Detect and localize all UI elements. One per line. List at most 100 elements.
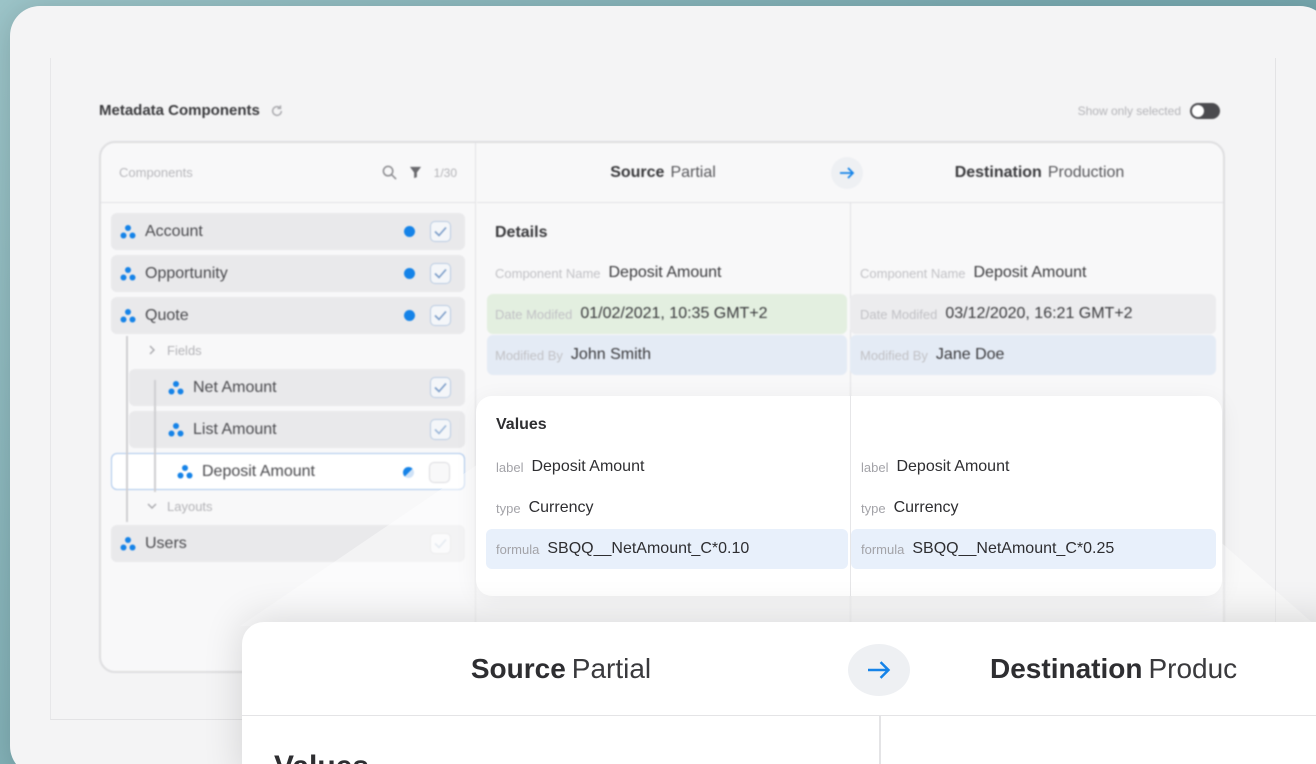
values-title: Values bbox=[496, 416, 547, 433]
component-icon bbox=[168, 422, 184, 436]
source-label: Source bbox=[610, 164, 665, 181]
zoomed-destination-header: Destination Produc bbox=[880, 622, 1316, 716]
field-value: Deposit Amount bbox=[973, 264, 1087, 281]
field-key: formula bbox=[496, 541, 540, 557]
destination-header: Destination Production bbox=[852, 143, 1223, 203]
field-key: Modified By bbox=[495, 347, 563, 363]
component-icon bbox=[177, 464, 193, 478]
tree-group-label: Fields bbox=[167, 342, 202, 358]
details-title: Details bbox=[495, 224, 548, 241]
check-icon bbox=[434, 538, 447, 549]
check-icon bbox=[434, 382, 447, 393]
source-component-name: Component Name Deposit Amount bbox=[475, 253, 847, 293]
destination-value: Production bbox=[1047, 164, 1125, 181]
list-amount-checkbox[interactable] bbox=[430, 419, 451, 440]
tree-group-layouts[interactable]: Layouts bbox=[147, 493, 465, 519]
show-only-selected-label: Show only selected bbox=[1077, 104, 1181, 118]
tree-item-label: Quote bbox=[145, 306, 189, 324]
components-column: Components 1/30 Account Opportunity Quot… bbox=[101, 143, 476, 671]
field-value: Deposit Amount bbox=[896, 458, 1010, 475]
components-count: 1/30 bbox=[433, 165, 457, 180]
component-icon bbox=[120, 308, 136, 322]
field-value: Deposit Amount bbox=[531, 458, 645, 475]
field-key: Component Name bbox=[860, 265, 966, 281]
components-tree: Account Opportunity Quote Fields Net Amo… bbox=[101, 203, 475, 562]
tree-item-list-amount[interactable]: List Amount bbox=[129, 411, 465, 448]
destination-date-modified: Date Modifed 03/12/2020, 16:21 GMT+2 bbox=[850, 294, 1216, 334]
changed-dot bbox=[404, 310, 415, 321]
destination-label: Destination bbox=[954, 164, 1042, 181]
tree-item-opportunity[interactable]: Opportunity bbox=[111, 255, 465, 292]
filter-icon[interactable] bbox=[409, 166, 422, 179]
tree-item-label: Users bbox=[145, 534, 187, 552]
components-search-input[interactable]: Components bbox=[119, 165, 382, 180]
source-type-row: type Currency bbox=[486, 488, 593, 528]
zoomed-compare-card: Source Partial Destination Produc Values bbox=[242, 622, 1316, 764]
field-key: Modified By bbox=[860, 347, 928, 363]
net-amount-checkbox[interactable] bbox=[430, 377, 451, 398]
account-checkbox[interactable] bbox=[430, 221, 451, 242]
tree-line bbox=[126, 336, 128, 522]
zoomed-column-divider bbox=[879, 716, 881, 764]
refresh-icon[interactable] bbox=[270, 104, 284, 118]
zoomed-compare-header: Source Partial Destination Produc bbox=[242, 622, 1316, 716]
compare-header: Source Partial Destination Production bbox=[477, 143, 1223, 203]
users-checkbox[interactable] bbox=[430, 533, 451, 554]
check-icon bbox=[434, 424, 447, 435]
chevron-down-icon bbox=[147, 503, 157, 509]
components-header: Components 1/30 bbox=[101, 143, 475, 203]
field-key: Component Name bbox=[495, 265, 601, 281]
destination-type-row: type Currency bbox=[851, 488, 958, 528]
tree-group-fields[interactable]: Fields bbox=[147, 337, 465, 363]
source-date-modified: Date Modifed 01/02/2021, 10:35 GMT+2 bbox=[487, 294, 847, 334]
check-icon bbox=[434, 226, 447, 237]
changed-dot bbox=[404, 268, 415, 279]
source-formula-row: formula SBQQ__NetAmount_C*0.10 bbox=[486, 529, 848, 569]
field-value: Deposit Amount bbox=[608, 264, 722, 281]
source-modified-by: Modified By John Smith bbox=[487, 335, 847, 375]
search-icon[interactable] bbox=[382, 165, 397, 180]
field-key: Date Modifed bbox=[860, 306, 938, 322]
tree-item-label: List Amount bbox=[193, 420, 277, 438]
check-icon bbox=[434, 310, 447, 321]
component-icon bbox=[168, 380, 184, 394]
field-key: Date Modifed bbox=[495, 306, 573, 322]
tree-item-net-amount[interactable]: Net Amount bbox=[129, 369, 465, 406]
source-value: Partial bbox=[670, 164, 716, 181]
values-card: Values label Deposit Amount type Currenc… bbox=[476, 396, 1222, 596]
tree-item-account[interactable]: Account bbox=[111, 213, 465, 250]
field-key: formula bbox=[861, 541, 905, 557]
zoomed-source-header: Source Partial bbox=[242, 622, 880, 716]
components-tools: 1/30 bbox=[382, 165, 457, 180]
field-value: Jane Doe bbox=[935, 346, 1005, 363]
tree-item-deposit-amount[interactable]: Deposit Amount bbox=[111, 453, 465, 490]
field-key: label bbox=[496, 459, 524, 475]
check-icon bbox=[434, 268, 447, 279]
field-key: type bbox=[496, 500, 521, 516]
changed-dot bbox=[404, 226, 415, 237]
tree-item-users[interactable]: Users bbox=[111, 525, 465, 562]
show-only-selected-toggle[interactable] bbox=[1190, 103, 1220, 119]
show-only-selected: Show only selected bbox=[1078, 103, 1220, 119]
title-row: Metadata Components bbox=[99, 102, 284, 119]
tree-item-label: Deposit Amount bbox=[202, 462, 315, 480]
field-key: label bbox=[861, 459, 889, 475]
component-icon bbox=[120, 224, 136, 238]
deposit-amount-checkbox[interactable] bbox=[429, 462, 450, 483]
component-icon bbox=[120, 266, 136, 280]
source-label-row: label Deposit Amount bbox=[486, 447, 644, 487]
field-key: type bbox=[861, 500, 886, 516]
opportunity-checkbox[interactable] bbox=[430, 263, 451, 284]
destination-formula-row: formula SBQQ__NetAmount_C*0.25 bbox=[851, 529, 1216, 569]
field-value: John Smith bbox=[570, 346, 651, 363]
field-value: Currency bbox=[528, 499, 594, 516]
partial-dot bbox=[403, 467, 414, 478]
chevron-right-icon bbox=[149, 345, 155, 355]
tree-item-label: Net Amount bbox=[193, 378, 277, 396]
tree-item-quote[interactable]: Quote bbox=[111, 297, 465, 334]
zoomed-source-value: Partial bbox=[571, 653, 652, 684]
quote-checkbox[interactable] bbox=[430, 305, 451, 326]
field-value: 01/02/2021, 10:35 GMT+2 bbox=[580, 305, 768, 322]
tree-item-label: Account bbox=[145, 222, 203, 240]
destination-label-row: label Deposit Amount bbox=[851, 447, 1009, 487]
